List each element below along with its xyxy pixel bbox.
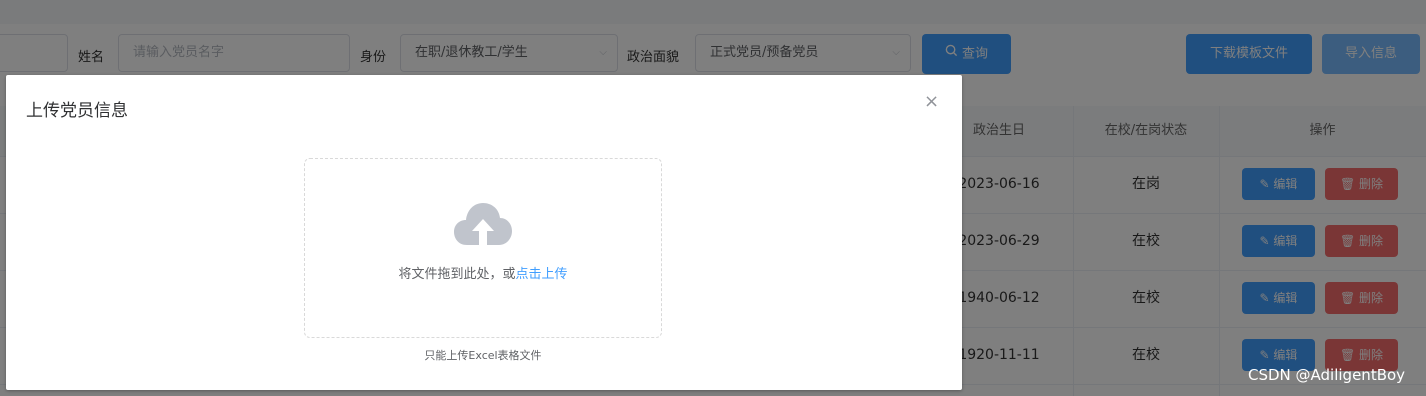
upload-cloud-icon	[453, 201, 513, 251]
upload-instruction: 将文件拖到此处，或点击上传	[305, 263, 661, 282]
upload-dropzone[interactable]: 将文件拖到此处，或点击上传	[304, 158, 662, 338]
upload-dialog: 上传党员信息 × 将文件拖到此处，或点击上传 只能上传Excel表格文件	[6, 75, 962, 390]
upload-tip: 只能上传Excel表格文件	[424, 349, 542, 362]
close-icon[interactable]: ×	[924, 91, 939, 112]
click-upload-link[interactable]: 点击上传	[516, 267, 568, 282]
watermark: CSDN @AdiligentBoy	[1248, 366, 1406, 384]
upload-drag-text: 将文件拖到此处，或	[398, 267, 516, 282]
dialog-title: 上传党员信息	[26, 101, 128, 121]
